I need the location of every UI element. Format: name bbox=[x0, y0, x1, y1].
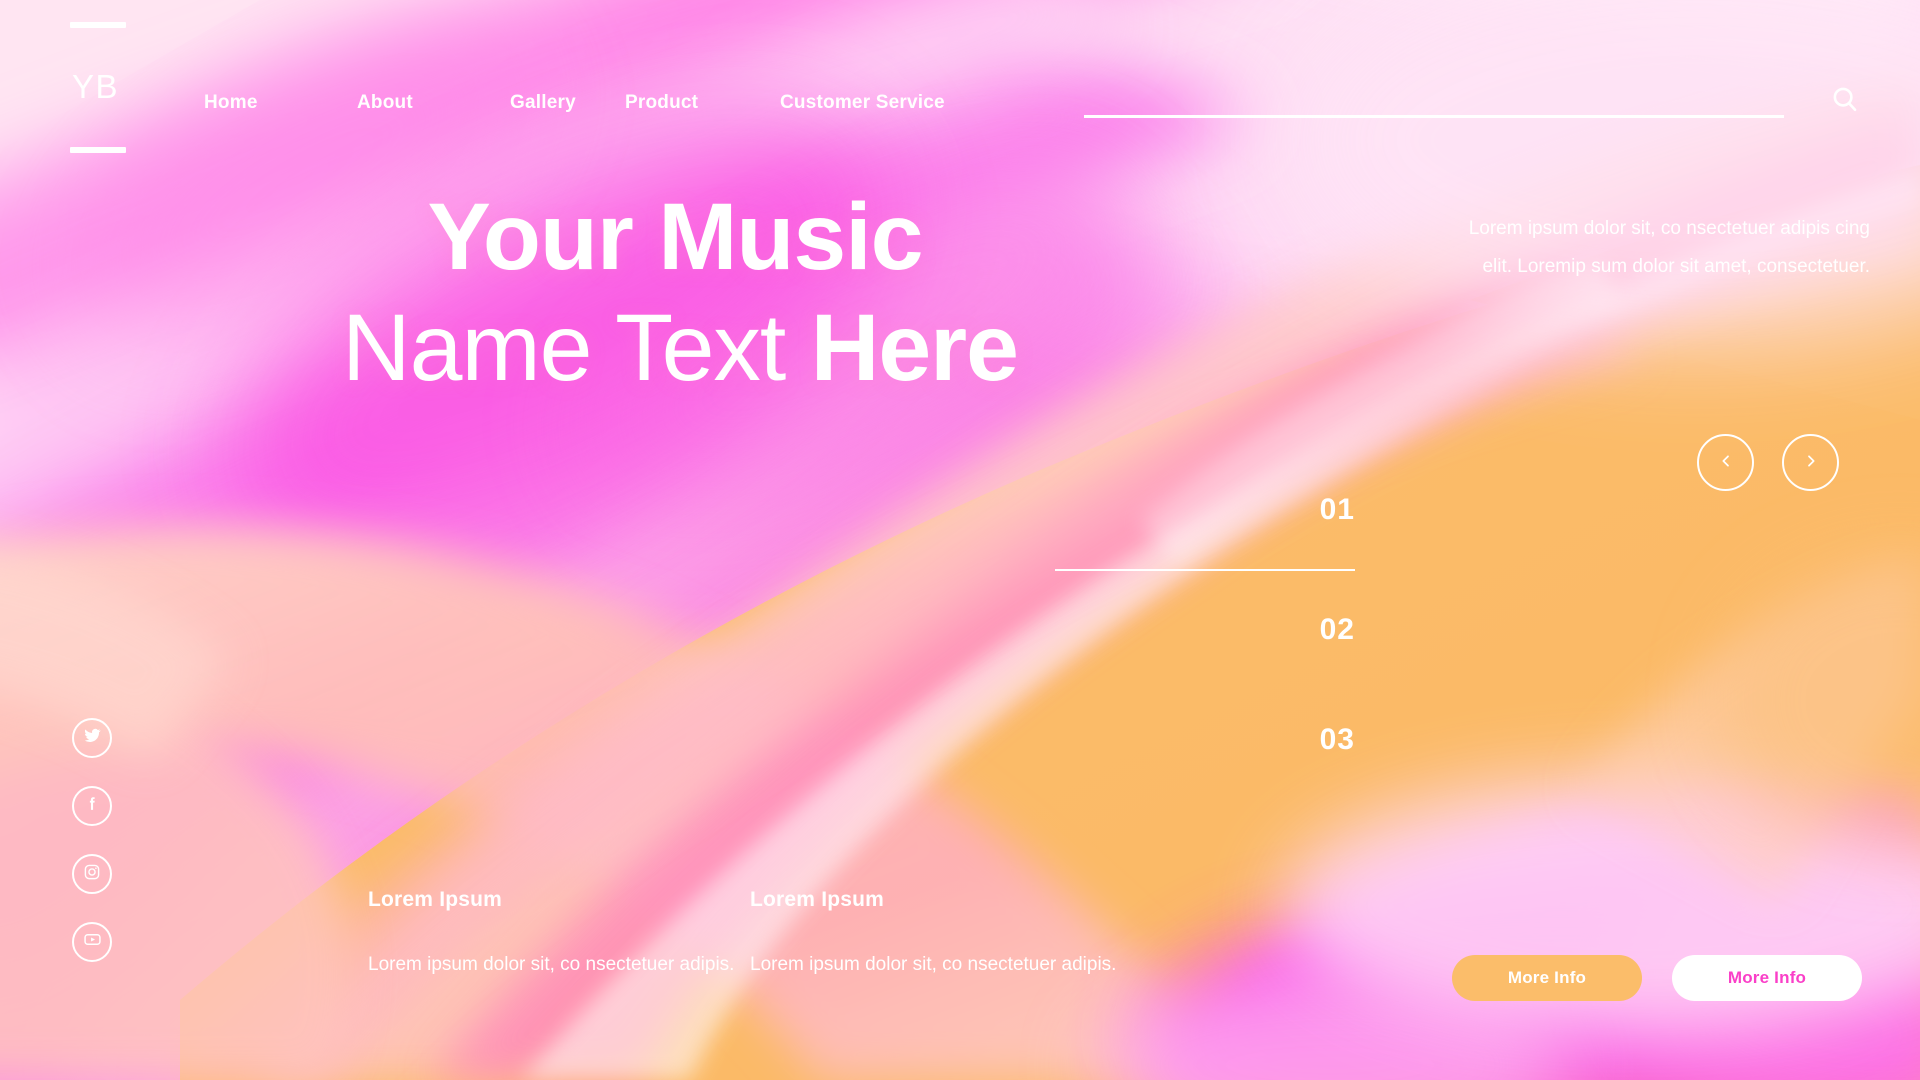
feature-blocks: Lorem Ipsum Lorem ipsum dolor sit, co ns… bbox=[368, 888, 1132, 984]
feature-body: Lorem ipsum dolor sit, co nsectetuer adi… bbox=[750, 954, 1117, 975]
hero-line-1: Your Music bbox=[427, 184, 924, 290]
social-links bbox=[72, 718, 112, 962]
slide-indicator-01[interactable]: 01 bbox=[1050, 495, 1355, 525]
hero-heading-block: Your Music Name Text Here bbox=[0, 190, 1360, 396]
hero-line-2-bold: Here bbox=[810, 295, 1019, 401]
carousel-prev-button[interactable] bbox=[1697, 434, 1754, 491]
feature-block: Lorem Ipsum Lorem ipsum dolor sit, co ns… bbox=[750, 888, 1132, 984]
cta-group: More Info More Info bbox=[1452, 955, 1862, 1001]
feature-title: Lorem Ipsum bbox=[368, 888, 503, 911]
logo-bar-top bbox=[70, 22, 126, 28]
feature-title: Lorem Ipsum bbox=[750, 888, 885, 911]
hero-line-2: Name Text Here bbox=[0, 301, 1360, 396]
site-header: YB Home About Gallery Product Customer S… bbox=[0, 0, 1920, 170]
more-info-primary-button[interactable]: More Info bbox=[1452, 955, 1642, 1001]
logo-text: YB bbox=[72, 68, 120, 105]
slide-indicators: 01 02 03 bbox=[1050, 495, 1355, 755]
more-info-secondary-button[interactable]: More Info bbox=[1672, 955, 1862, 1001]
social-link-instagram[interactable] bbox=[72, 854, 112, 894]
landing-page: YB Home About Gallery Product Customer S… bbox=[0, 0, 1920, 1080]
slide-indicator-03[interactable]: 03 bbox=[1050, 725, 1355, 755]
social-link-youtube[interactable] bbox=[72, 922, 112, 962]
slide-active-divider bbox=[1055, 569, 1355, 571]
feature-body: Lorem ipsum dolor sit, co nsectetuer adi… bbox=[368, 954, 735, 975]
twitter-icon bbox=[84, 727, 101, 749]
nav-item-home[interactable]: Home bbox=[204, 92, 357, 114]
feature-block: Lorem Ipsum Lorem ipsum dolor sit, co ns… bbox=[368, 888, 750, 984]
search-icon[interactable] bbox=[1826, 80, 1864, 118]
hero-paragraph: Lorem ipsum dolor sit, co nsectetuer adi… bbox=[1468, 218, 1870, 277]
chevron-right-icon bbox=[1803, 453, 1819, 472]
page-title: Your Music Name Text Here bbox=[0, 190, 1360, 396]
youtube-icon bbox=[83, 930, 102, 954]
search-area bbox=[1084, 78, 1864, 128]
chevron-left-icon bbox=[1718, 453, 1734, 472]
carousel-next-button[interactable] bbox=[1782, 434, 1839, 491]
facebook-icon bbox=[84, 795, 101, 817]
main-nav: Home About Gallery Product Customer Serv… bbox=[204, 92, 945, 114]
nav-item-about[interactable]: About bbox=[357, 92, 510, 114]
brand-logo[interactable]: YB bbox=[70, 22, 190, 153]
hero-line-2-light: Name Text bbox=[342, 295, 786, 401]
nav-item-customer-service[interactable]: Customer Service bbox=[780, 92, 945, 114]
logo-bar-bottom bbox=[70, 147, 126, 153]
slide-indicator-02[interactable]: 02 bbox=[1050, 615, 1355, 645]
instagram-icon bbox=[83, 863, 101, 886]
nav-item-product[interactable]: Product bbox=[625, 92, 780, 114]
social-link-facebook[interactable] bbox=[72, 786, 112, 826]
nav-item-gallery[interactable]: Gallery bbox=[510, 92, 625, 114]
search-input[interactable] bbox=[1084, 78, 1784, 118]
carousel-controls bbox=[1697, 434, 1839, 491]
social-link-twitter[interactable] bbox=[72, 718, 112, 758]
